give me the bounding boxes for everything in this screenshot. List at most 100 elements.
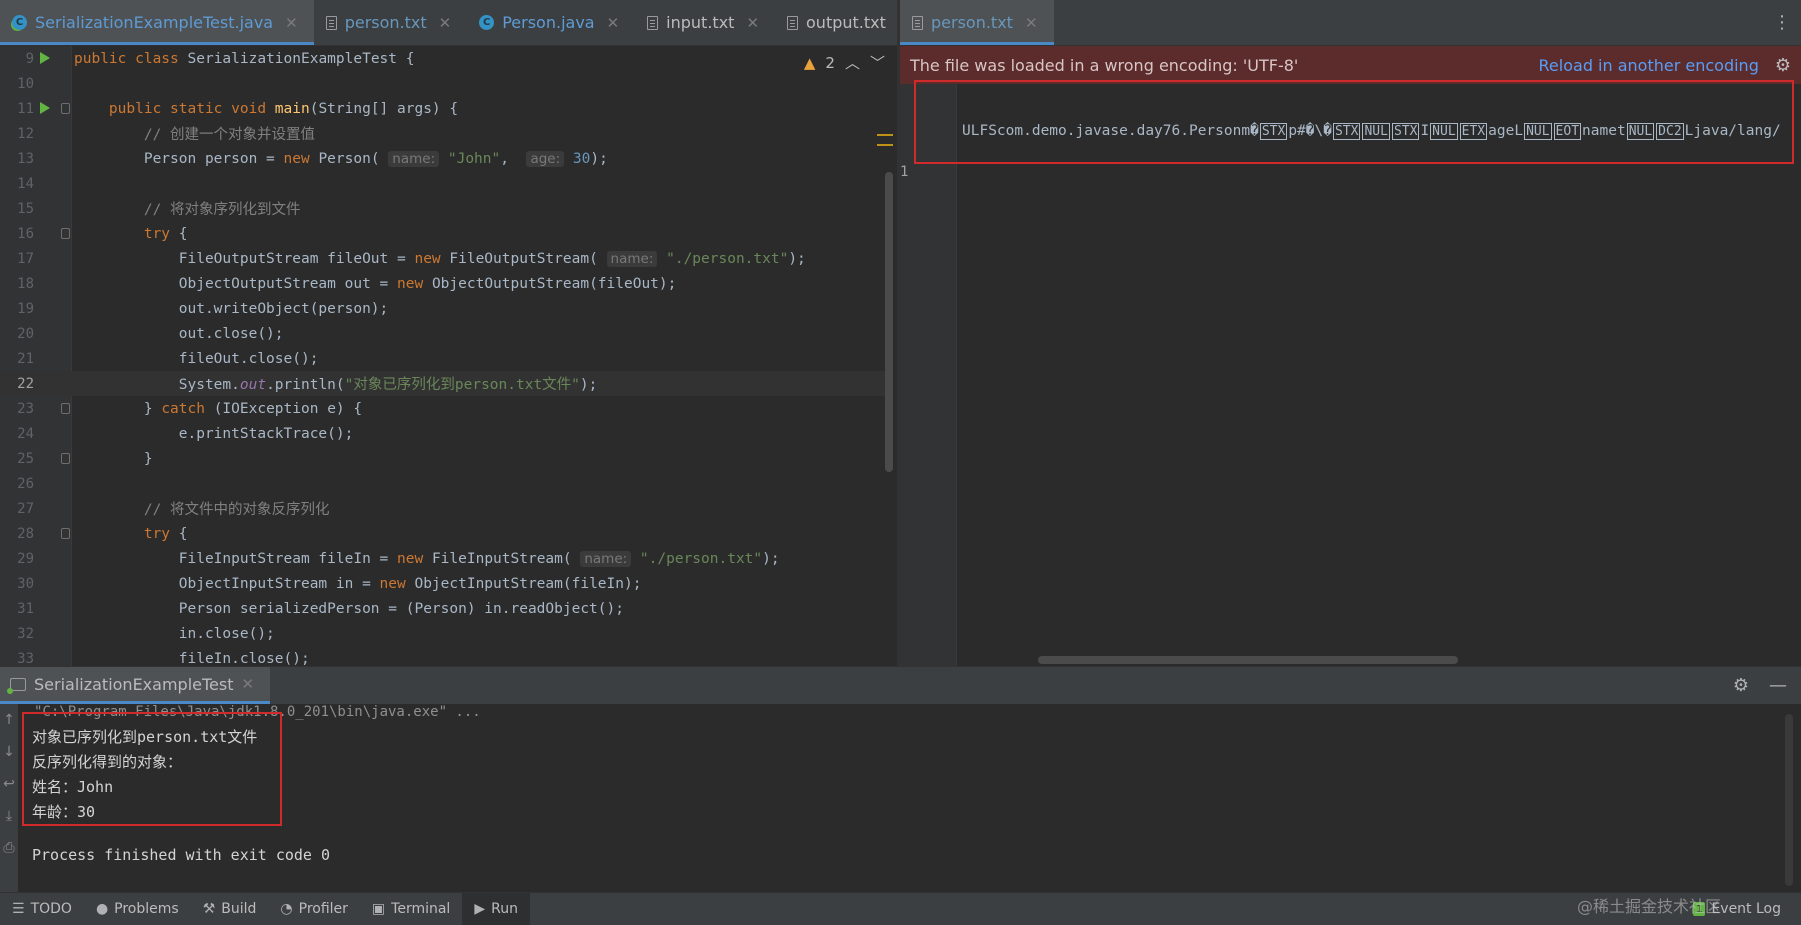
- minimize-icon[interactable]: —: [1769, 675, 1787, 696]
- profiler-icon: ◔: [280, 901, 293, 917]
- run-gutter-icon[interactable]: [40, 52, 50, 64]
- fold-icon[interactable]: [61, 453, 70, 464]
- close-icon[interactable]: ✕: [607, 14, 620, 32]
- run-console[interactable]: ↑ ↓ ↩ ⤓ ⎙ "C:\Program Files\Java\jdk1.8.…: [0, 704, 1801, 892]
- code-line: 30 ObjectInputStream in = new ObjectInpu…: [0, 571, 890, 596]
- tool-label: TODO: [30, 901, 72, 917]
- control-char: DC2: [1656, 123, 1684, 140]
- code-line: 28 try {: [0, 521, 890, 546]
- watermark-text: @稀土掘金技术社区: [1576, 897, 1721, 916]
- arrow-down-icon[interactable]: ↓: [3, 744, 15, 760]
- code-line: 18 ObjectOutputStream out = new ObjectOu…: [0, 271, 890, 296]
- text-file-editor[interactable]: The file was loaded in a wrong encoding:…: [900, 46, 1801, 666]
- control-char: NUL: [1430, 123, 1458, 140]
- line-number: 29: [17, 550, 34, 567]
- inspection-widget[interactable]: ▲ 2 ︿ ﹀: [804, 52, 885, 73]
- tab-label: person.txt: [931, 13, 1013, 32]
- code-line: 20 out.close();: [0, 321, 890, 346]
- content-text: I: [1420, 123, 1430, 139]
- terminal-tool-button[interactable]: ▣ Terminal: [360, 893, 462, 925]
- warning-icon: ▲: [803, 53, 816, 72]
- error-stripe-marker[interactable]: [877, 134, 893, 146]
- line-number: 25: [17, 450, 34, 467]
- editor-gutter: 1: [900, 84, 957, 666]
- fold-icon[interactable]: [61, 528, 70, 539]
- line-number: 20: [17, 325, 34, 342]
- close-icon[interactable]: ✕: [242, 675, 255, 693]
- todo-tool-button[interactable]: ☰ TODO: [0, 893, 84, 925]
- code-line: 33 fileIn.close();: [0, 646, 890, 667]
- event-log-label: Event Log: [1711, 901, 1781, 917]
- code-line: 9 public class SerializationExampleTest {: [0, 46, 890, 71]
- code-line: 29 FileInputStream fileIn = new FileInpu…: [0, 546, 890, 571]
- line-number: 18: [17, 275, 34, 292]
- console-side-toolbar: ↑ ↓ ↩ ⤓ ⎙: [0, 704, 18, 892]
- fold-icon[interactable]: [61, 103, 70, 114]
- code-line: 26: [0, 471, 890, 496]
- control-char: ETX: [1459, 123, 1488, 140]
- fold-icon[interactable]: [61, 403, 70, 414]
- line-number: 12: [17, 125, 34, 142]
- line-number: 9: [25, 50, 34, 67]
- run-tool-window-header: SerializationExampleTest ✕ ⚙ —: [0, 666, 1801, 704]
- code-line: 27 // 将文件中的对象反序列化: [0, 496, 890, 521]
- code-line: 10: [0, 71, 890, 96]
- warning-count: 2: [825, 53, 835, 72]
- run-gutter-icon[interactable]: [40, 102, 50, 114]
- editor-tab-bar: C SerializationExampleTest.java ✕ person…: [0, 0, 954, 46]
- line-number: 30: [17, 575, 34, 592]
- close-icon[interactable]: ✕: [439, 14, 452, 32]
- close-icon[interactable]: ✕: [285, 14, 298, 32]
- text-file-icon: [647, 15, 659, 30]
- tool-label: Terminal: [391, 901, 451, 917]
- close-icon[interactable]: ✕: [1025, 14, 1038, 32]
- chevron-down-icon[interactable]: ﹀: [870, 52, 885, 73]
- tab-person-txt[interactable]: person.txt ✕: [314, 0, 468, 45]
- run-config-tab[interactable]: SerializationExampleTest ✕: [0, 667, 271, 704]
- more-tabs-icon[interactable]: ⋮: [1763, 0, 1801, 45]
- console-output-line: 年龄：30: [32, 803, 96, 821]
- run-command-line: "C:\Program Files\Java\jdk1.8.0_201\bin\…: [34, 704, 481, 720]
- highlight-box: [914, 80, 1794, 164]
- gear-icon[interactable]: ⚙: [1733, 675, 1749, 696]
- encoding-warning-banner: The file was loaded in a wrong encoding:…: [900, 46, 1801, 84]
- line-number: 21: [17, 350, 34, 367]
- content-text: Ljava/lang/: [1684, 123, 1781, 139]
- line-number: 16: [17, 225, 34, 242]
- tab-label: output.txt: [806, 13, 886, 32]
- chevron-up-icon[interactable]: ︿: [845, 52, 860, 73]
- code-line-current: 22 System.out.println("对象已序列化到person.txt…: [0, 371, 890, 396]
- tab-person-java[interactable]: C Person.java ✕: [467, 0, 635, 45]
- horizontal-scrollbar[interactable]: [1038, 656, 1458, 664]
- code-lines: 9 public class SerializationExampleTest {…: [0, 46, 890, 666]
- profiler-tool-button[interactable]: ◔ Profiler: [268, 893, 360, 925]
- content-text: p#: [1288, 123, 1306, 139]
- tab-person-txt-right[interactable]: person.txt ✕: [900, 0, 1054, 45]
- arrow-up-icon[interactable]: ↑: [3, 712, 15, 728]
- problems-tool-button[interactable]: ● Problems: [84, 893, 191, 925]
- build-tool-button[interactable]: ⚒ Build: [191, 893, 269, 925]
- reload-encoding-link[interactable]: Reload in another encoding: [1539, 56, 1759, 75]
- scroll-to-end-icon[interactable]: ⤓: [6, 808, 12, 824]
- code-editor[interactable]: 9 public class SerializationExampleTest {…: [0, 46, 897, 666]
- soft-wrap-icon[interactable]: ↩: [3, 776, 15, 792]
- run-window-tools: ⚙ —: [1733, 675, 1801, 696]
- run-tool-button[interactable]: ▶ Run: [462, 893, 530, 925]
- line-number: 23: [17, 400, 34, 417]
- fold-icon[interactable]: [61, 228, 70, 239]
- control-char: EOT: [1553, 123, 1582, 140]
- java-class-run-icon: C: [12, 15, 27, 30]
- line-number: 22: [17, 375, 34, 392]
- editor-vertical-scrollbar[interactable]: [885, 172, 893, 472]
- print-icon[interactable]: ⎙: [3, 840, 14, 856]
- code-line: 32 in.close();: [0, 621, 890, 646]
- code-line: 21 fileOut.close();: [0, 346, 890, 371]
- line-number: 14: [17, 175, 34, 192]
- tab-input-txt[interactable]: input.txt ✕: [635, 0, 775, 45]
- gear-icon[interactable]: ⚙: [1775, 55, 1791, 76]
- text-file-icon: [325, 15, 337, 30]
- console-scrollbar[interactable]: [1785, 714, 1793, 886]
- line-number: 17: [17, 250, 34, 267]
- close-icon[interactable]: ✕: [746, 14, 759, 32]
- tab-serialization-example-test[interactable]: C SerializationExampleTest.java ✕: [0, 0, 314, 45]
